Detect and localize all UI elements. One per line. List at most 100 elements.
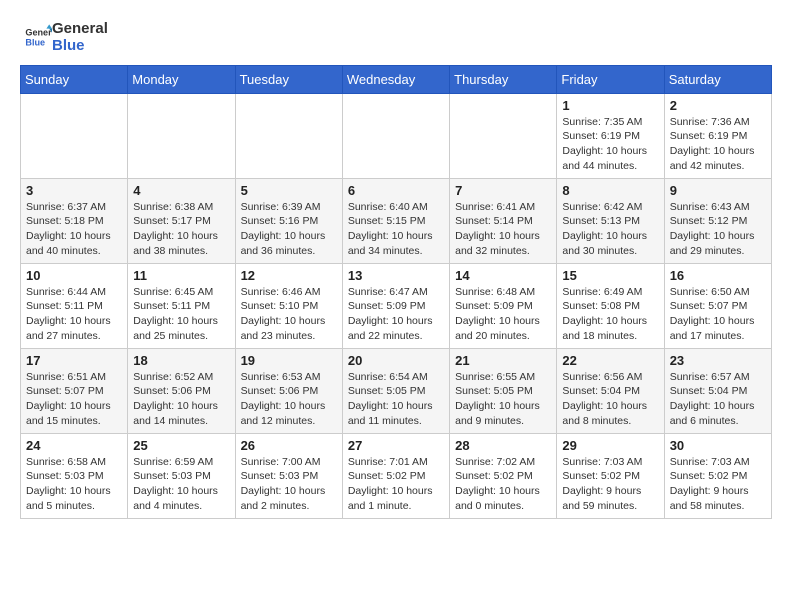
day-number: 19 <box>241 353 337 368</box>
week-row-4: 17 Sunrise: 6:51 AM Sunset: 5:07 PM Dayli… <box>21 348 772 433</box>
weekday-header-wednesday: Wednesday <box>342 65 449 93</box>
day-info: Sunrise: 6:47 AM Sunset: 5:09 PM Dayligh… <box>348 285 444 344</box>
day-info: Sunrise: 7:03 AM Sunset: 5:02 PM Dayligh… <box>562 455 658 514</box>
calendar-cell: 11 Sunrise: 6:45 AM Sunset: 5:11 PM Dayli… <box>128 263 235 348</box>
day-number: 4 <box>133 183 229 198</box>
day-number: 12 <box>241 268 337 283</box>
logo: General Blue GeneralBlue <box>20 20 108 55</box>
day-number: 15 <box>562 268 658 283</box>
weekday-header-saturday: Saturday <box>664 65 771 93</box>
weekday-header-tuesday: Tuesday <box>235 65 342 93</box>
weekday-header-row: SundayMondayTuesdayWednesdayThursdayFrid… <box>21 65 772 93</box>
day-info: Sunrise: 6:42 AM Sunset: 5:13 PM Dayligh… <box>562 200 658 259</box>
logo-icon: General Blue <box>24 23 52 51</box>
day-info: Sunrise: 7:03 AM Sunset: 5:02 PM Dayligh… <box>670 455 766 514</box>
day-number: 7 <box>455 183 551 198</box>
calendar-cell: 21 Sunrise: 6:55 AM Sunset: 5:05 PM Dayli… <box>450 348 557 433</box>
calendar-cell <box>128 93 235 178</box>
logo-text: GeneralBlue <box>52 20 108 55</box>
day-number: 28 <box>455 438 551 453</box>
calendar-cell: 1 Sunrise: 7:35 AM Sunset: 6:19 PM Daylig… <box>557 93 664 178</box>
calendar-cell: 17 Sunrise: 6:51 AM Sunset: 5:07 PM Dayli… <box>21 348 128 433</box>
week-row-5: 24 Sunrise: 6:58 AM Sunset: 5:03 PM Dayli… <box>21 433 772 518</box>
calendar-cell: 22 Sunrise: 6:56 AM Sunset: 5:04 PM Dayli… <box>557 348 664 433</box>
day-info: Sunrise: 6:39 AM Sunset: 5:16 PM Dayligh… <box>241 200 337 259</box>
week-row-1: 1 Sunrise: 7:35 AM Sunset: 6:19 PM Daylig… <box>21 93 772 178</box>
day-info: Sunrise: 6:55 AM Sunset: 5:05 PM Dayligh… <box>455 370 551 429</box>
calendar-table: SundayMondayTuesdayWednesdayThursdayFrid… <box>20 65 772 519</box>
calendar-cell: 4 Sunrise: 6:38 AM Sunset: 5:17 PM Daylig… <box>128 178 235 263</box>
weekday-header-monday: Monday <box>128 65 235 93</box>
day-info: Sunrise: 6:50 AM Sunset: 5:07 PM Dayligh… <box>670 285 766 344</box>
day-info: Sunrise: 6:48 AM Sunset: 5:09 PM Dayligh… <box>455 285 551 344</box>
day-info: Sunrise: 6:46 AM Sunset: 5:10 PM Dayligh… <box>241 285 337 344</box>
day-info: Sunrise: 6:58 AM Sunset: 5:03 PM Dayligh… <box>26 455 122 514</box>
calendar-cell: 30Sunrise: 7:03 AM Sunset: 5:02 PM Dayli… <box>664 433 771 518</box>
day-info: Sunrise: 7:01 AM Sunset: 5:02 PM Dayligh… <box>348 455 444 514</box>
day-number: 2 <box>670 98 766 113</box>
day-info: Sunrise: 7:02 AM Sunset: 5:02 PM Dayligh… <box>455 455 551 514</box>
day-number: 22 <box>562 353 658 368</box>
day-info: Sunrise: 6:52 AM Sunset: 5:06 PM Dayligh… <box>133 370 229 429</box>
day-info: Sunrise: 6:59 AM Sunset: 5:03 PM Dayligh… <box>133 455 229 514</box>
weekday-header-thursday: Thursday <box>450 65 557 93</box>
calendar-cell: 25 Sunrise: 6:59 AM Sunset: 5:03 PM Dayli… <box>128 433 235 518</box>
day-number: 11 <box>133 268 229 283</box>
day-number: 14 <box>455 268 551 283</box>
week-row-3: 10Sunrise: 6:44 AM Sunset: 5:11 PM Dayli… <box>21 263 772 348</box>
calendar-cell: 26Sunrise: 7:00 AM Sunset: 5:03 PM Dayli… <box>235 433 342 518</box>
day-number: 29 <box>562 438 658 453</box>
day-number: 25 <box>133 438 229 453</box>
svg-text:Blue: Blue <box>25 38 45 48</box>
page-header: General Blue GeneralBlue <box>20 16 772 55</box>
calendar-cell: 6Sunrise: 6:40 AM Sunset: 5:15 PM Daylig… <box>342 178 449 263</box>
day-info: Sunrise: 6:57 AM Sunset: 5:04 PM Dayligh… <box>670 370 766 429</box>
day-number: 1 <box>562 98 658 113</box>
day-number: 18 <box>133 353 229 368</box>
day-info: Sunrise: 6:56 AM Sunset: 5:04 PM Dayligh… <box>562 370 658 429</box>
calendar-cell <box>450 93 557 178</box>
day-info: Sunrise: 7:36 AM Sunset: 6:19 PM Dayligh… <box>670 115 766 174</box>
day-info: Sunrise: 6:45 AM Sunset: 5:11 PM Dayligh… <box>133 285 229 344</box>
day-info: Sunrise: 6:37 AM Sunset: 5:18 PM Dayligh… <box>26 200 122 259</box>
day-number: 26 <box>241 438 337 453</box>
day-number: 20 <box>348 353 444 368</box>
day-number: 17 <box>26 353 122 368</box>
calendar-cell: 2 Sunrise: 7:36 AM Sunset: 6:19 PM Daylig… <box>664 93 771 178</box>
day-info: Sunrise: 7:35 AM Sunset: 6:19 PM Dayligh… <box>562 115 658 174</box>
calendar-cell: 20 Sunrise: 6:54 AM Sunset: 5:05 PM Dayli… <box>342 348 449 433</box>
day-info: Sunrise: 6:51 AM Sunset: 5:07 PM Dayligh… <box>26 370 122 429</box>
calendar-cell: 23 Sunrise: 6:57 AM Sunset: 5:04 PM Dayli… <box>664 348 771 433</box>
calendar-cell <box>21 93 128 178</box>
weekday-header-friday: Friday <box>557 65 664 93</box>
day-number: 23 <box>670 353 766 368</box>
day-number: 16 <box>670 268 766 283</box>
day-info: Sunrise: 6:38 AM Sunset: 5:17 PM Dayligh… <box>133 200 229 259</box>
day-number: 8 <box>562 183 658 198</box>
calendar-cell: 13 Sunrise: 6:47 AM Sunset: 5:09 PM Dayli… <box>342 263 449 348</box>
day-info: Sunrise: 6:43 AM Sunset: 5:12 PM Dayligh… <box>670 200 766 259</box>
day-number: 3 <box>26 183 122 198</box>
calendar-cell: 18 Sunrise: 6:52 AM Sunset: 5:06 PM Dayli… <box>128 348 235 433</box>
svg-text:General: General <box>25 28 52 38</box>
calendar-cell: 28 Sunrise: 7:02 AM Sunset: 5:02 PM Dayli… <box>450 433 557 518</box>
day-info: Sunrise: 6:49 AM Sunset: 5:08 PM Dayligh… <box>562 285 658 344</box>
calendar-cell: 29 Sunrise: 7:03 AM Sunset: 5:02 PM Dayli… <box>557 433 664 518</box>
calendar-cell: 27Sunrise: 7:01 AM Sunset: 5:02 PM Dayli… <box>342 433 449 518</box>
week-row-2: 3 Sunrise: 6:37 AM Sunset: 5:18 PM Daylig… <box>21 178 772 263</box>
day-info: Sunrise: 6:53 AM Sunset: 5:06 PM Dayligh… <box>241 370 337 429</box>
calendar-cell: 19 Sunrise: 6:53 AM Sunset: 5:06 PM Dayli… <box>235 348 342 433</box>
day-number: 6 <box>348 183 444 198</box>
day-number: 13 <box>348 268 444 283</box>
calendar-cell <box>235 93 342 178</box>
calendar-cell <box>342 93 449 178</box>
calendar-cell: 5Sunrise: 6:39 AM Sunset: 5:16 PM Daylig… <box>235 178 342 263</box>
calendar-cell: 12 Sunrise: 6:46 AM Sunset: 5:10 PM Dayli… <box>235 263 342 348</box>
day-number: 24 <box>26 438 122 453</box>
day-info: Sunrise: 6:54 AM Sunset: 5:05 PM Dayligh… <box>348 370 444 429</box>
calendar-cell: 10Sunrise: 6:44 AM Sunset: 5:11 PM Dayli… <box>21 263 128 348</box>
calendar-cell: 8 Sunrise: 6:42 AM Sunset: 5:13 PM Daylig… <box>557 178 664 263</box>
weekday-header-sunday: Sunday <box>21 65 128 93</box>
day-info: Sunrise: 6:44 AM Sunset: 5:11 PM Dayligh… <box>26 285 122 344</box>
day-number: 21 <box>455 353 551 368</box>
